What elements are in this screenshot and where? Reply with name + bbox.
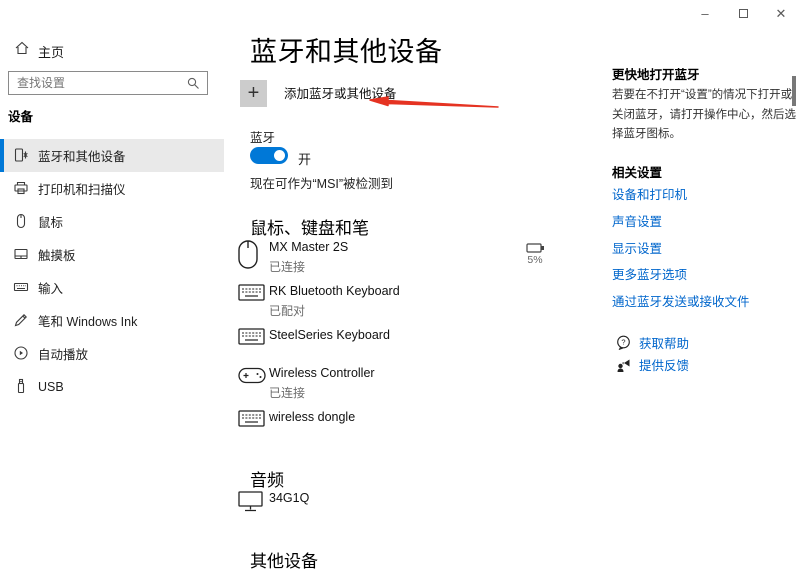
feedback-person-icon	[616, 357, 631, 372]
maximize-button[interactable]	[724, 0, 762, 27]
sidebar-item-pen-windows-ink[interactable]: 笔和 Windows Ink	[0, 304, 224, 337]
sidebar-item-label: USB	[38, 380, 64, 394]
device-row-34g1q[interactable]: 34G1Q	[238, 491, 309, 512]
get-help-link[interactable]: ? 获取帮助	[616, 333, 689, 352]
help-bubble-icon: ?	[616, 335, 631, 350]
link-display-settings[interactable]: 显示设置	[612, 238, 662, 257]
mouse-icon	[13, 213, 29, 229]
device-name: Wireless Controller	[269, 366, 375, 380]
device-row-wireless-controller[interactable]: Wireless Controller 已连接	[238, 366, 375, 401]
quick-bluetooth-title: 更快地打开蓝牙	[612, 64, 700, 83]
toggle-state-label: 开	[298, 149, 311, 168]
sidebar-item-bluetooth-devices[interactable]: 蓝牙和其他设备	[0, 139, 224, 172]
page-title: 蓝牙和其他设备	[250, 30, 443, 69]
device-name: 34G1Q	[269, 491, 309, 505]
close-button[interactable]: ✕	[762, 0, 800, 27]
discoverable-text: 现在可作为“MSI”被检测到	[250, 173, 393, 192]
settings-search-box[interactable]	[8, 71, 208, 95]
sidebar-section-devices: 设备	[8, 106, 33, 125]
device-name: wireless dongle	[269, 410, 355, 424]
svg-text:?: ?	[621, 338, 625, 347]
device-row-wireless-dongle[interactable]: wireless dongle	[238, 410, 355, 427]
bluetooth-toggle[interactable]	[250, 147, 288, 164]
section-mouse-keyboard-pen: 鼠标、键盘和笔	[250, 214, 369, 239]
section-other-devices: 其他设备	[250, 547, 318, 572]
sidebar-item-label: 鼠标	[38, 212, 63, 231]
mouse-device-icon	[238, 240, 269, 275]
link-devices-and-printers[interactable]: 设备和打印机	[612, 184, 687, 203]
sidebar-item-label: 打印机和扫描仪	[38, 179, 126, 198]
get-help-label: 获取帮助	[639, 333, 689, 352]
sidebar-item-label: 蓝牙和其他设备	[38, 146, 126, 165]
minimize-button[interactable]: –	[686, 0, 724, 27]
plus-icon: +	[240, 80, 267, 107]
device-status: 已连接	[269, 384, 375, 401]
printer-icon	[13, 180, 29, 196]
vertical-scrollbar-thumb[interactable]	[792, 76, 796, 106]
related-settings-title: 相关设置	[612, 162, 662, 181]
gamepad-device-icon	[238, 366, 269, 401]
device-status: 已连接	[269, 258, 348, 275]
sidebar-item-printers-scanners[interactable]: 打印机和扫描仪	[0, 172, 224, 205]
usb-icon	[13, 378, 29, 394]
quick-bluetooth-body: 若要在不打开“设置”的情况下打开或关闭蓝牙，请打开操作中心，然后选择蓝牙图标。	[612, 86, 796, 145]
sidebar-home-label: 主页	[38, 42, 64, 61]
device-name: SteelSeries Keyboard	[269, 328, 390, 342]
sidebar-nav: 蓝牙和其他设备 打印机和扫描仪 鼠标 触	[0, 139, 224, 403]
sidebar-item-label: 触摸板	[38, 245, 76, 264]
home-icon	[14, 40, 30, 56]
battery-icon	[526, 243, 545, 253]
maximize-icon	[739, 9, 748, 18]
link-send-receive-files[interactable]: 通过蓝牙发送或接收文件	[612, 291, 750, 310]
device-row-rk-keyboard[interactable]: RK Bluetooth Keyboard 已配对	[238, 284, 400, 319]
keyboard-icon	[13, 279, 29, 295]
link-more-bluetooth-options[interactable]: 更多蓝牙选项	[612, 264, 687, 283]
give-feedback-link[interactable]: 提供反馈	[616, 355, 689, 374]
give-feedback-label: 提供反馈	[639, 355, 689, 374]
bluetooth-devices-icon	[13, 147, 29, 163]
sidebar-item-touchpad[interactable]: 触摸板	[0, 238, 224, 271]
battery-percent: 5%	[524, 254, 546, 266]
sidebar-item-home[interactable]: 主页	[0, 38, 224, 62]
sidebar-item-usb[interactable]: USB	[0, 370, 224, 403]
device-name: MX Master 2S	[269, 240, 348, 254]
link-sound-settings[interactable]: 声音设置	[612, 211, 662, 230]
search-icon[interactable]	[186, 76, 200, 90]
device-row-steelseries-keyboard[interactable]: SteelSeries Keyboard	[238, 328, 390, 345]
section-audio: 音频	[250, 466, 284, 491]
touchpad-icon	[13, 246, 29, 262]
sidebar-item-label: 笔和 Windows Ink	[38, 311, 137, 330]
device-status: 已配对	[269, 302, 400, 319]
sidebar-item-mouse[interactable]: 鼠标	[0, 205, 224, 238]
sidebar-item-typing[interactable]: 输入	[0, 271, 224, 304]
device-name: RK Bluetooth Keyboard	[269, 284, 400, 298]
keyboard-device-icon	[238, 410, 269, 427]
autoplay-icon	[13, 345, 29, 361]
toggle-knob	[274, 150, 285, 161]
sidebar-item-label: 自动播放	[38, 344, 88, 363]
sidebar-item-label: 输入	[38, 278, 63, 297]
keyboard-device-icon	[238, 328, 269, 345]
keyboard-device-icon	[238, 284, 269, 319]
add-bluetooth-device-button[interactable]: + 添加蓝牙或其他设备	[240, 80, 397, 107]
window-controls: – ✕	[686, 0, 800, 27]
search-input[interactable]	[17, 72, 182, 94]
bluetooth-label: 蓝牙	[250, 127, 275, 146]
sidebar: 主页 设备 蓝牙和其他设备 打印机和扫描仪	[0, 0, 224, 568]
monitor-device-icon	[238, 491, 269, 512]
add-device-label: 添加蓝牙或其他设备	[284, 83, 397, 102]
device-row-mx-master[interactable]: MX Master 2S 已连接	[238, 240, 348, 275]
battery-indicator: 5%	[524, 243, 546, 266]
sidebar-item-autoplay[interactable]: 自动播放	[0, 337, 224, 370]
pen-icon	[13, 312, 29, 328]
